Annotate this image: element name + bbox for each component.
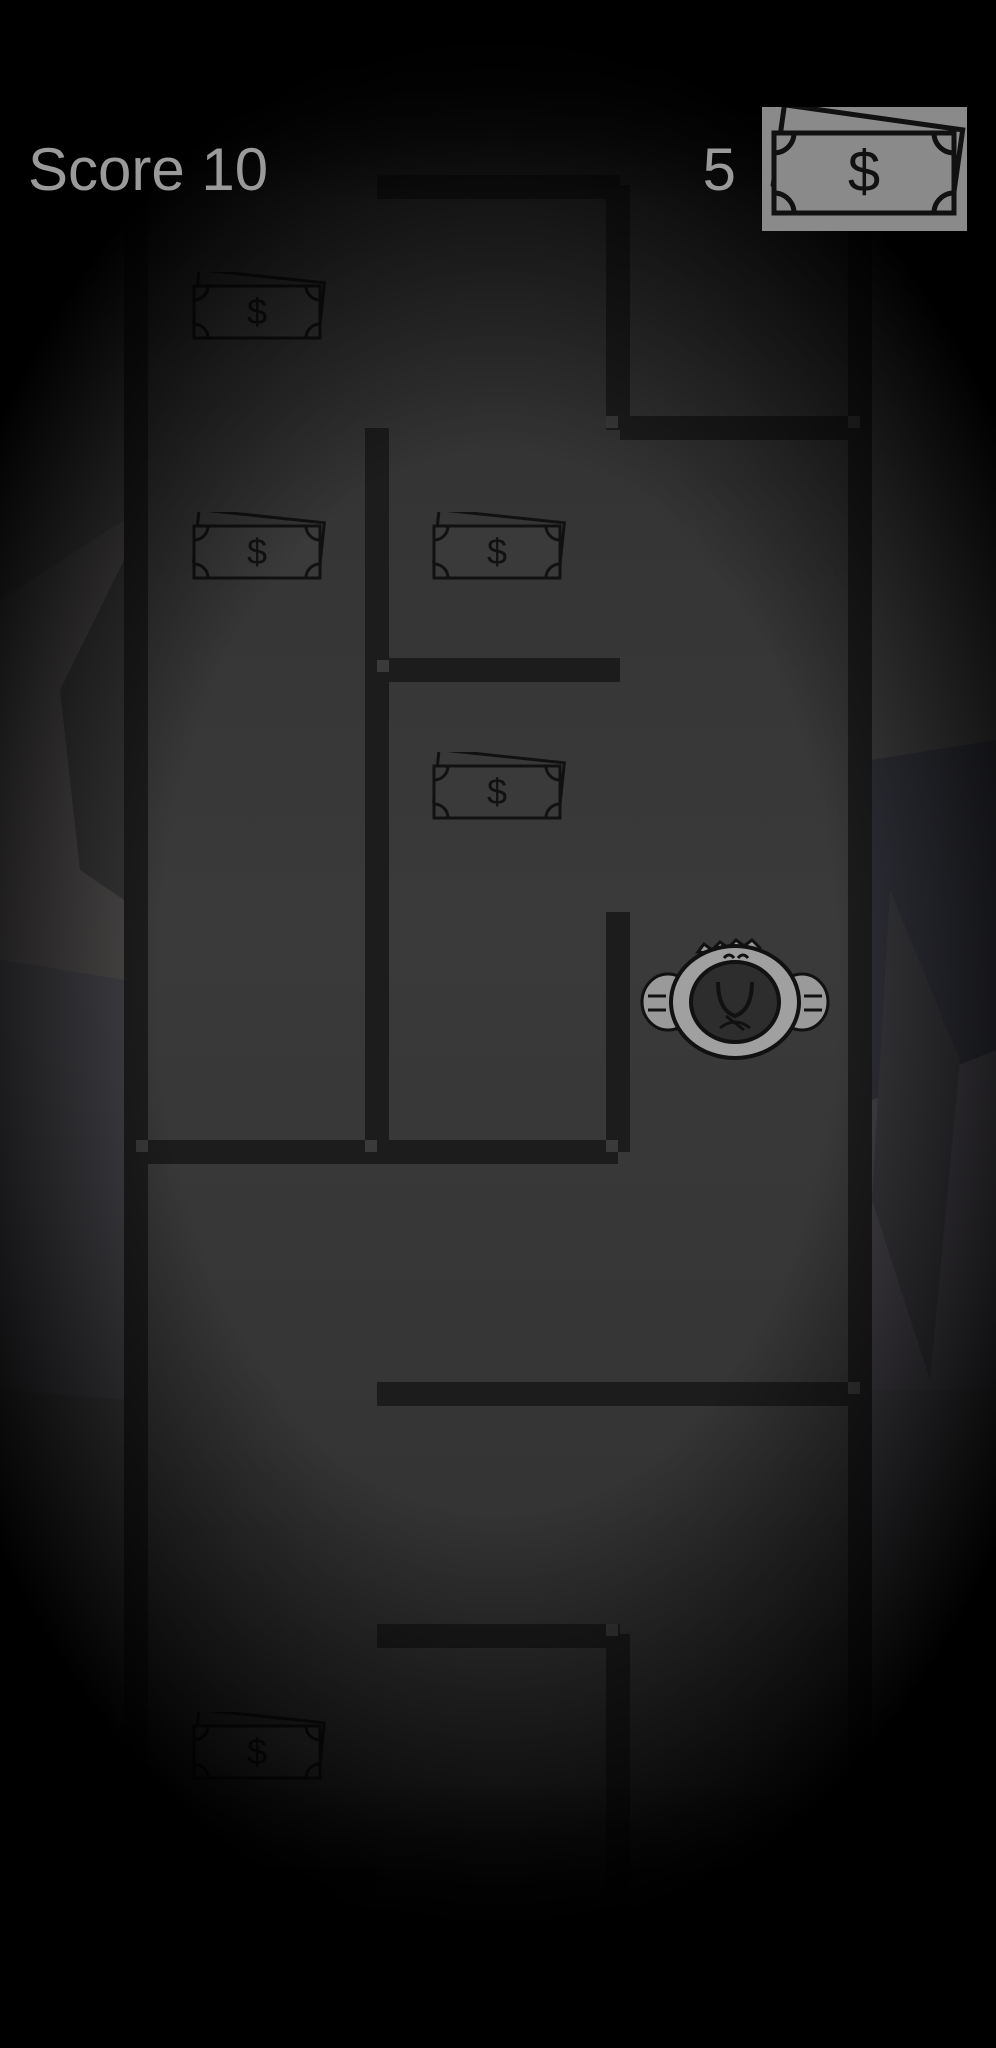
cash-bill-icon: $ [191, 268, 327, 340]
maze-wall-joint [365, 1140, 377, 1152]
svg-text:$: $ [247, 291, 267, 332]
svg-text:$: $ [247, 1731, 267, 1772]
svg-text:$: $ [848, 139, 880, 204]
cash-bill-icon: $ [431, 508, 567, 580]
cash-bill-pickup[interactable]: $ [428, 748, 568, 832]
maze-wall [136, 1866, 377, 1890]
maze-wall [606, 1634, 630, 1914]
maze-wall [124, 180, 148, 1870]
maze-wall [377, 658, 620, 682]
cash-bill-pickup[interactable]: $ [428, 508, 568, 592]
maze-wall-joint [606, 416, 618, 428]
maze-wall-joint [848, 1382, 860, 1394]
maze-wall-joint [377, 660, 389, 672]
cash-icon: $ [770, 102, 966, 216]
cash-bill-icon: $ [191, 1708, 327, 1780]
maze [124, 175, 872, 1914]
cash-bill-pickup[interactable]: $ [188, 1708, 328, 1792]
score-label: Score 10 [28, 136, 269, 203]
cash-bill-icon: $ [191, 508, 327, 580]
maze-wall [620, 416, 858, 440]
cash-badge[interactable]: $ [762, 102, 967, 231]
maze-wall-joint [848, 416, 860, 428]
cash-count: 5 [702, 136, 736, 203]
maze-wall [606, 912, 630, 1152]
maze-wall [377, 175, 620, 199]
maze-wall [377, 1382, 858, 1406]
maze-wall-joint [606, 1140, 618, 1152]
maze-wall [606, 185, 630, 430]
maze-wall [377, 1624, 620, 1648]
cash-bill-pickup[interactable]: $ [188, 508, 328, 592]
cash-bill-pickup[interactable]: $ [188, 268, 328, 352]
player-character-icon [640, 938, 830, 1060]
maze-wall [365, 428, 389, 1148]
game-stage[interactable]: $ $ $ $ $ Score 10 5 $ [0, 0, 996, 2048]
maze-wall-joint [606, 1624, 618, 1636]
maze-wall [848, 200, 872, 1870]
player-character[interactable] [640, 930, 830, 1065]
cash-bill-icon: $ [431, 748, 567, 820]
svg-text:$: $ [487, 531, 507, 572]
svg-text:$: $ [247, 531, 267, 572]
svg-text:$: $ [487, 771, 507, 812]
maze-wall-joint [136, 1140, 148, 1152]
